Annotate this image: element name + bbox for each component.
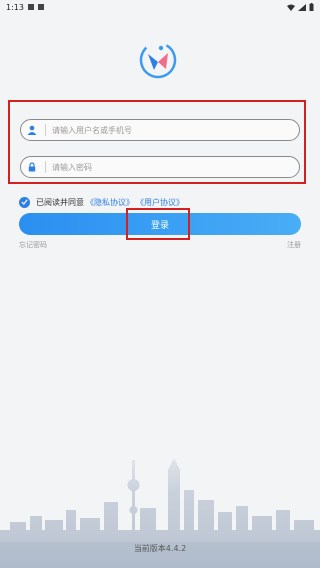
status-time: 1:13 [6,2,24,12]
check-icon [21,199,28,205]
battery-icon [309,3,314,11]
version-text: 当前版本4.4.2 [133,544,187,553]
user-agreement-link[interactable]: 《用户协议》 [136,197,184,208]
notification-icon-2 [37,4,44,10]
agreement-row: 已阅读并同意 《隐私协议》 《用户协议》 [19,196,184,208]
wifi-icon [287,4,295,11]
notification-icon [27,4,34,10]
app-logo-icon [139,41,177,79]
login-button-highlight [126,208,190,240]
agreement-text: 已阅读并同意 [36,197,84,207]
status-right [287,3,314,11]
agreement-checkbox[interactable] [19,196,30,208]
status-left: 1:13 [6,3,44,12]
status-bar: 1:13 [0,0,320,14]
privacy-policy-link[interactable]: 《隐私协议》 [86,197,134,208]
signal-icon [298,3,306,11]
forgot-password-link[interactable]: 忘记密码 [19,240,47,250]
login-fields-highlight [8,100,306,184]
register-link[interactable]: 注册 [287,240,301,250]
